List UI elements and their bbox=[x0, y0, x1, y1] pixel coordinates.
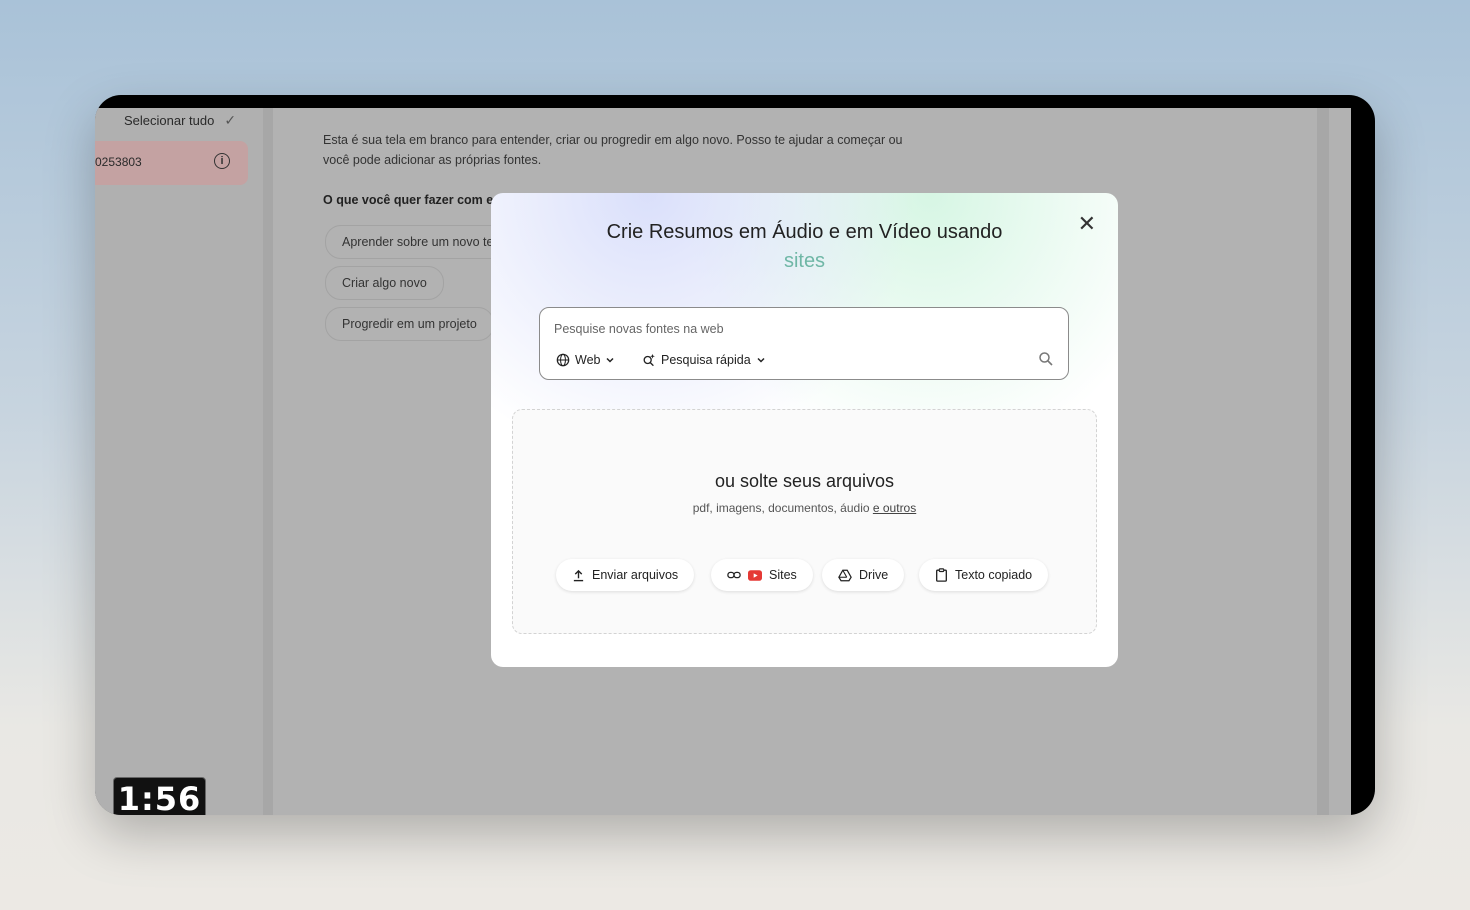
drive-label: Drive bbox=[859, 568, 889, 582]
sources-sidebar: Selecionar tudo ✓ 0253803 i bbox=[95, 108, 263, 815]
info-icon[interactable]: i bbox=[214, 153, 230, 169]
source-title: 0253803 bbox=[95, 155, 142, 169]
option-progress[interactable]: Progredir em um projeto bbox=[325, 307, 494, 341]
file-drop-zone[interactable]: ou solte seus arquivos pdf, imagens, doc… bbox=[512, 409, 1097, 634]
drive-icon bbox=[838, 569, 852, 581]
option-create[interactable]: Criar algo novo bbox=[325, 266, 444, 300]
web-source-dropdown[interactable]: Web bbox=[548, 347, 623, 373]
web-chip-label: Web bbox=[575, 353, 601, 367]
search-mode-dropdown[interactable]: Pesquisa rápida bbox=[634, 347, 774, 373]
drop-title: ou solte seus arquivos bbox=[714, 471, 895, 491]
panel-divider bbox=[263, 108, 273, 815]
web-search-box: Web Pesquisa rápida bbox=[539, 307, 1069, 380]
globe-icon bbox=[556, 353, 570, 367]
copied-text-label: Texto copiado bbox=[955, 568, 1033, 582]
more-formats-link[interactable]: e outros bbox=[873, 501, 916, 515]
panel-divider-right bbox=[1317, 108, 1329, 815]
upload-icon bbox=[573, 569, 584, 581]
question-heading: O que você quer fazer com es bbox=[323, 193, 501, 207]
source-item[interactable]: 0253803 i bbox=[95, 141, 248, 185]
youtube-icon bbox=[748, 569, 762, 581]
link-icon bbox=[727, 571, 741, 579]
search-icon[interactable] bbox=[1038, 351, 1054, 367]
device-frame: Selecionar tudo ✓ 0253803 i Esta é sua t… bbox=[95, 95, 1375, 815]
sparkle-search-icon bbox=[643, 353, 655, 367]
intro-line-1: Esta é sua tela em branco para entender,… bbox=[323, 133, 903, 147]
studio-panel-edge bbox=[1329, 108, 1351, 815]
intro-text: Esta é sua tela em branco para entender,… bbox=[323, 130, 903, 170]
sites-label: Sites bbox=[769, 568, 797, 582]
upload-files-label: Enviar arquivos bbox=[592, 568, 679, 582]
copied-text-button[interactable]: Texto copiado bbox=[919, 559, 1049, 591]
app-screen: Selecionar tudo ✓ 0253803 i Esta é sua t… bbox=[95, 108, 1351, 815]
timer-overlay: 1:56 bbox=[113, 777, 206, 815]
drop-hint-text: pdf, imagens, documentos, áudio bbox=[692, 501, 870, 515]
dialog-title: Crie Resumos em Áudio e em Vídeo usando bbox=[606, 221, 1003, 243]
chevron-down-icon bbox=[757, 357, 765, 363]
sites-button[interactable]: Sites bbox=[711, 559, 813, 591]
upload-files-button[interactable]: Enviar arquivos bbox=[556, 559, 695, 591]
add-sources-dialog: ✕ Crie Resumos em Áudio e em Vídeo usand… bbox=[491, 193, 1118, 667]
chevron-down-icon bbox=[606, 357, 615, 363]
intro-line-2: você pode adicionar as próprias fontes. bbox=[323, 153, 542, 167]
drop-hint: pdf, imagens, documentos, áudio e outros bbox=[513, 501, 1096, 515]
drive-button[interactable]: Drive bbox=[822, 559, 905, 591]
select-all-label: Selecionar tudo bbox=[124, 112, 215, 128]
checkmark-icon[interactable]: ✓ bbox=[224, 112, 240, 128]
dialog-subtitle: sites bbox=[783, 250, 826, 272]
search-input[interactable] bbox=[552, 318, 1036, 340]
clipboard-icon bbox=[936, 568, 947, 582]
select-all-row[interactable]: Selecionar tudo ✓ bbox=[124, 112, 240, 128]
option-learn[interactable]: Aprender sobre um novo te bbox=[325, 225, 511, 259]
mode-chip-label: Pesquisa rápida bbox=[661, 353, 751, 367]
